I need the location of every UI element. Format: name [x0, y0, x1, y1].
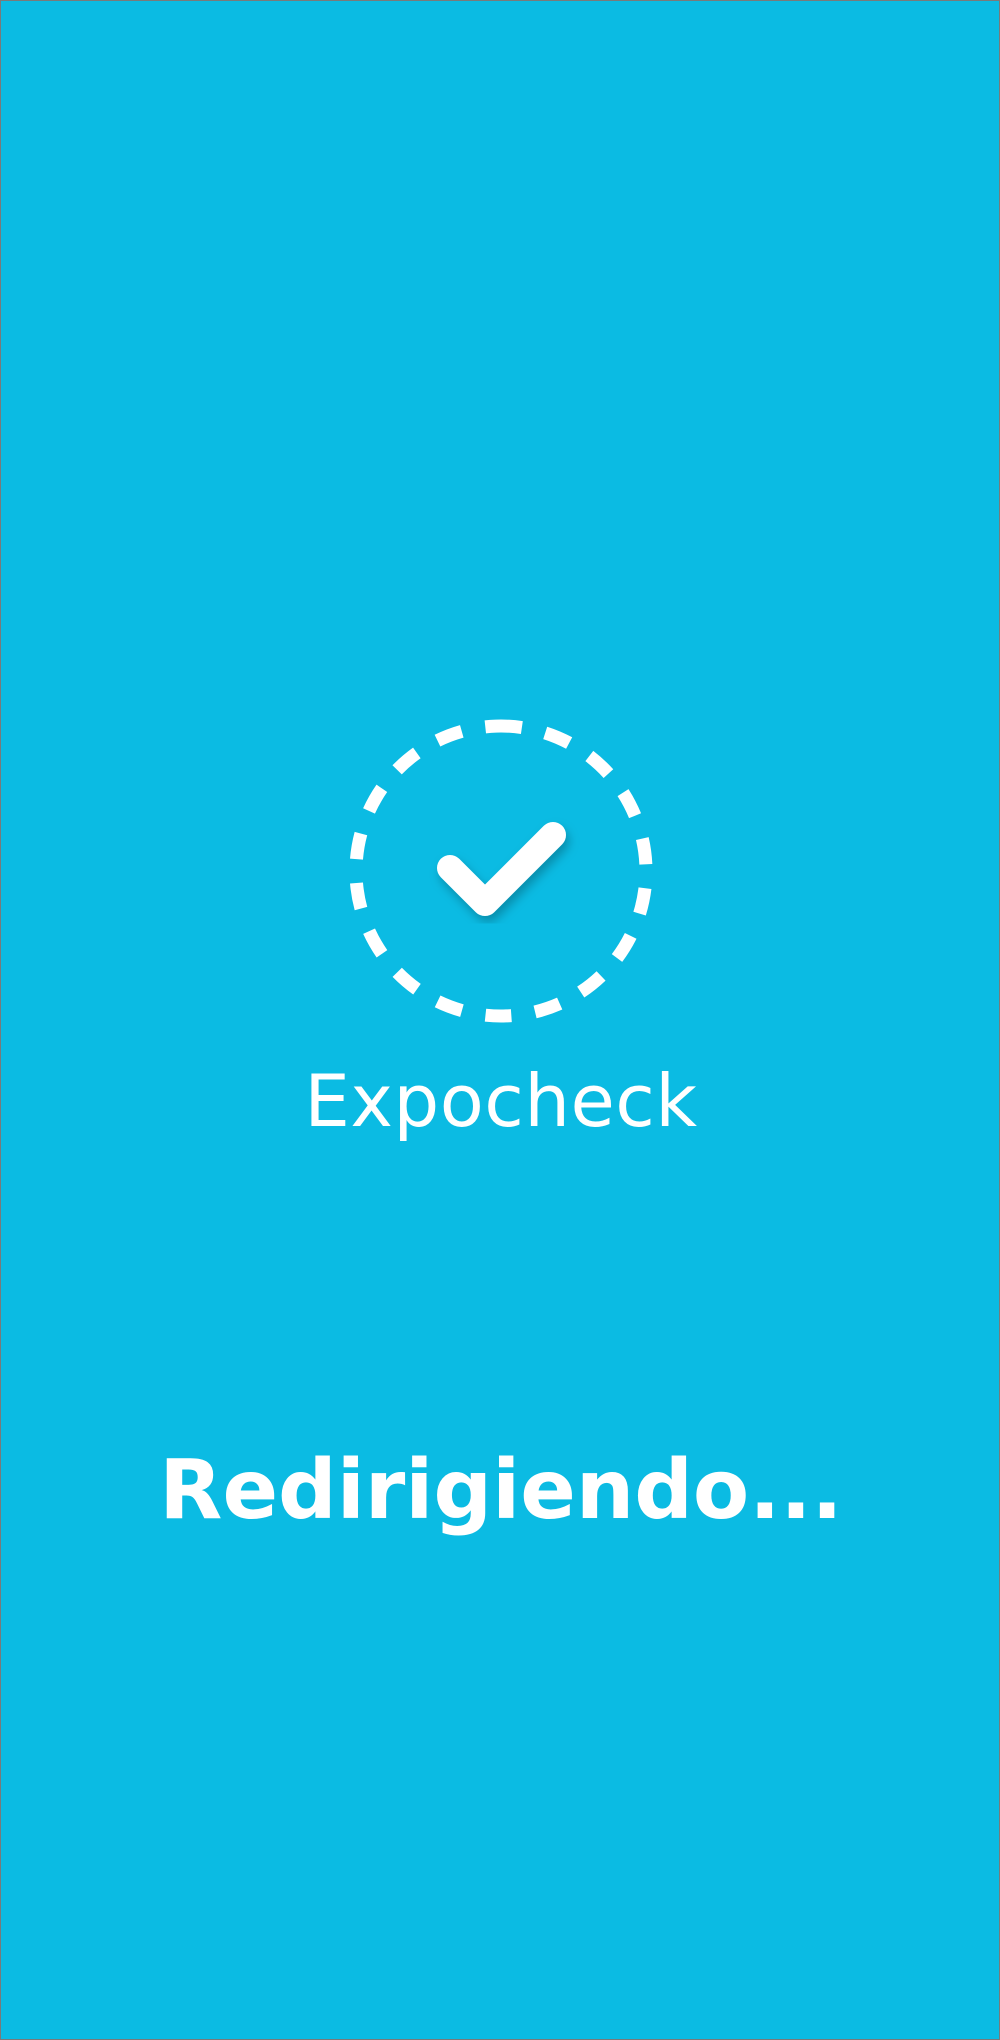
- splash-screen: Expocheck Redirigiendo...: [0, 0, 1000, 2040]
- logo: [346, 716, 656, 1026]
- check-circle-dashed-icon: [349, 719, 653, 1023]
- status-message: Redirigiendo...: [159, 1443, 843, 1538]
- app-name: Expocheck: [304, 1059, 698, 1143]
